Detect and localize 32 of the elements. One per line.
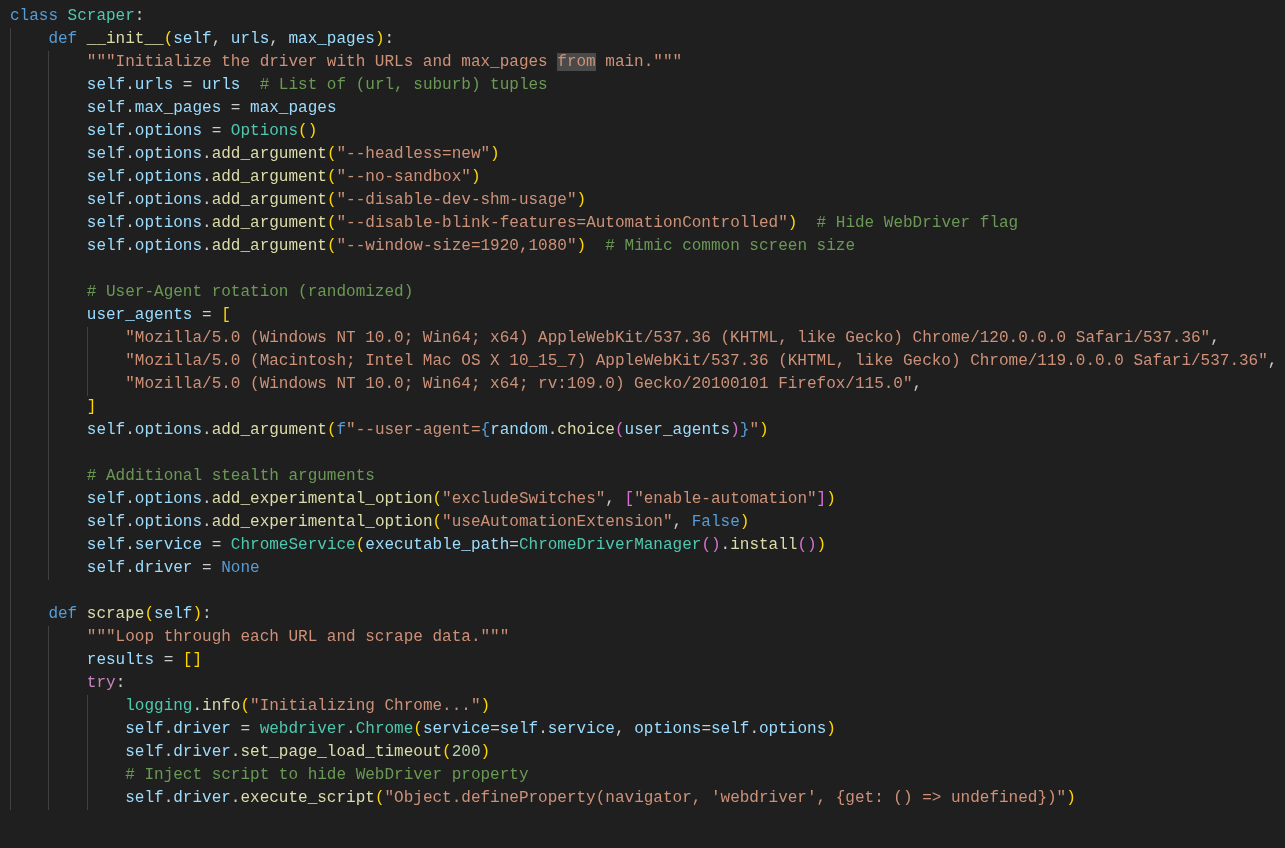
code-line: try: xyxy=(86,673,126,694)
code-line: self.driver.execute_script("Object.defineProperty(navigator, 'webdriver', {get: () => undefined})") xyxy=(125,788,1076,809)
code-line: self.options.add_argument(f"--user-agent={random.choice(user_agents)}") xyxy=(86,420,769,441)
code-line: self.options.add_experimental_option("useAutomationExtension", False) xyxy=(86,512,750,533)
code-line: self.driver.set_page_load_timeout(200) xyxy=(125,742,491,763)
code-line: self.urls = urls # List of (url, suburb) tuples xyxy=(86,75,548,96)
code-line: """Loop through each URL and scrape data.""" xyxy=(86,627,510,648)
code-line: def scrape(self): xyxy=(48,604,212,625)
code-line: self.options.add_argument("--headless=new") xyxy=(86,144,500,165)
code-line: self.options = Options() xyxy=(86,121,318,142)
code-line: self.driver = None xyxy=(86,558,260,579)
code-line: self.options.add_argument("--window-size=1920,1080") # Mimic common screen size xyxy=(86,236,855,257)
code-line: """Initialize the driver with URLs and max_pages from main.""" xyxy=(86,52,683,73)
code-line: self.options.add_argument("--disable-dev-shm-usage") xyxy=(86,190,587,211)
code-line: results = [] xyxy=(86,650,203,671)
code-line: logging.info("Initializing Chrome...") xyxy=(125,696,491,717)
code-line: ] xyxy=(86,397,97,418)
code-line: # Inject script to hide WebDriver property xyxy=(125,765,529,786)
code-line: "Mozilla/5.0 (Windows NT 10.0; Win64; x64) AppleWebKit/537.36 (KHTML, like Gecko) Chrome/120.0.0.0 Safari/537.36", xyxy=(125,328,1220,349)
code-line: self.options.add_argument("--disable-blink-features=AutomationControlled") # Hide WebDriver flag xyxy=(86,213,1019,234)
code-line: # User-Agent rotation (randomized) xyxy=(86,282,414,303)
code-line: self.options.add_argument("--no-sandbox") xyxy=(86,167,481,188)
code-line: # Additional stealth arguments xyxy=(86,466,375,487)
code-line: class Scraper: xyxy=(10,6,145,27)
code-line: "Mozilla/5.0 (Macintosh; Intel Mac OS X 10_15_7) AppleWebKit/537.36 (KHTML, like Gecko) Chrome/119.0.0.0 Safari/537.36", xyxy=(125,351,1278,372)
code-line: user_agents = [ xyxy=(86,305,231,326)
code-line: self.driver = webdriver.Chrome(service=self.service, options=self.options) xyxy=(125,719,836,740)
code-line: self.max_pages = max_pages xyxy=(86,98,337,119)
code-line: "Mozilla/5.0 (Windows NT 10.0; Win64; x64; rv:109.0) Gecko/20100101 Firefox/115.0", xyxy=(125,374,923,395)
code-line: def __init__(self, urls, max_pages): xyxy=(48,29,395,50)
code-line: self.options.add_experimental_option("excludeSwitches", ["enable-automation"]) xyxy=(86,489,836,510)
code-line: self.service = ChromeService(executable_path=ChromeDriverManager().install()) xyxy=(86,535,827,556)
